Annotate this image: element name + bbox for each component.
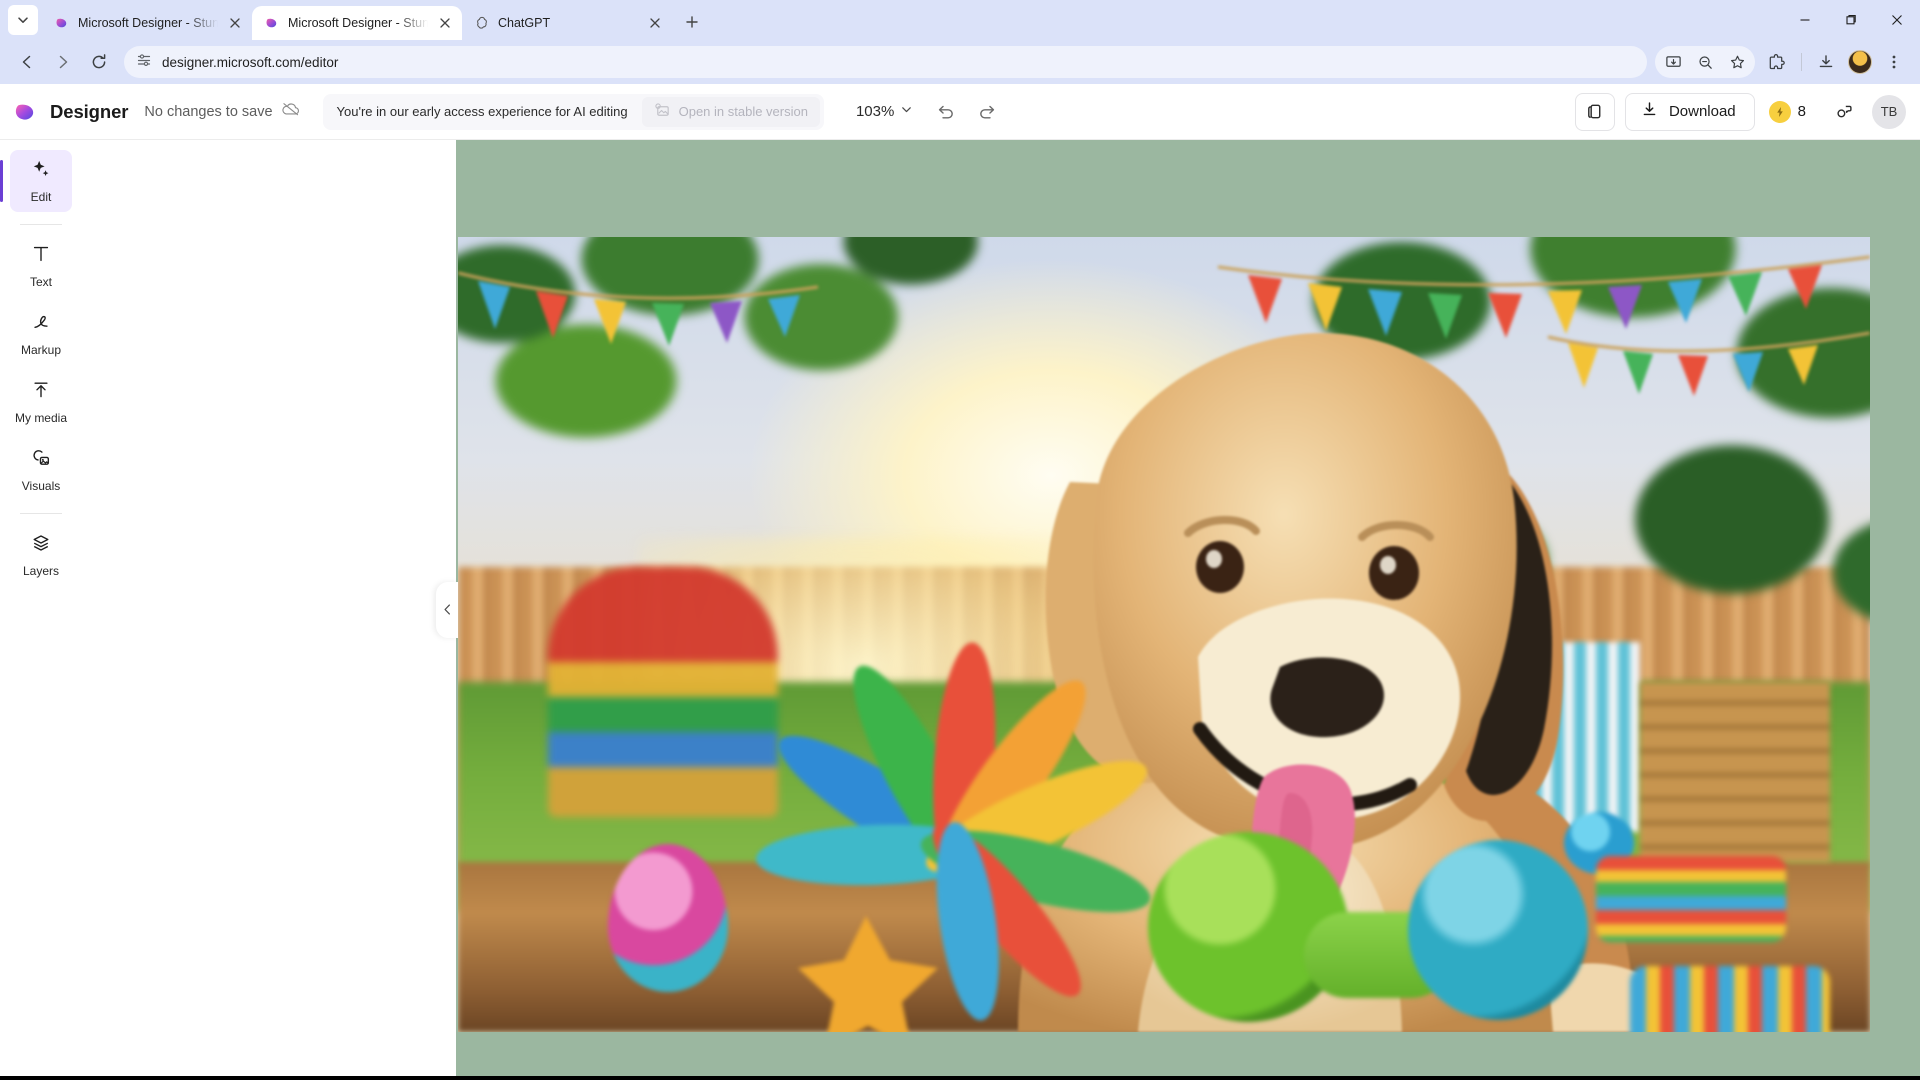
- text-icon: [30, 243, 52, 270]
- upload-icon: [30, 379, 52, 406]
- visuals-image-icon: [30, 447, 52, 474]
- sidebar-item-my-media[interactable]: My media: [10, 371, 72, 433]
- banner-message: You're in our early access experience fo…: [336, 104, 628, 119]
- forward-icon[interactable]: [46, 45, 80, 79]
- image-swap-icon: [654, 102, 671, 122]
- address-bar-row: designer.microsoft.com/editor: [0, 40, 1920, 84]
- site-settings-icon[interactable]: [136, 52, 152, 73]
- markup-pen-icon: [30, 311, 52, 338]
- collapse-panel-button[interactable]: [436, 581, 458, 638]
- open-in-stable-version-button[interactable]: Open in stable version: [641, 96, 820, 127]
- sparkle-icon: [30, 158, 52, 185]
- new-tab-button[interactable]: [678, 8, 706, 36]
- rail-divider: [20, 224, 62, 225]
- minimize-icon[interactable]: [1782, 0, 1828, 40]
- brand[interactable]: Designer: [14, 99, 128, 125]
- artboard[interactable]: [456, 140, 1920, 1079]
- download-label: Download: [1668, 103, 1736, 120]
- chevron-down-icon: [900, 103, 913, 121]
- left-rail: Edit Text Markup My media Visuals Layers: [0, 140, 82, 1079]
- app-header: Designer No changes to save You're in ou…: [0, 84, 1920, 140]
- credits-badge[interactable]: 8: [1765, 100, 1810, 123]
- early-access-banner: You're in our early access experience fo…: [322, 93, 824, 130]
- sidebar-item-edit[interactable]: Edit: [0, 150, 72, 212]
- credits-count: 8: [1797, 103, 1806, 120]
- omnibox-actions: [1655, 46, 1910, 78]
- taskbar-strip: [0, 1076, 1920, 1080]
- close-icon[interactable]: [1874, 0, 1920, 40]
- tab-search-button[interactable]: [8, 5, 38, 35]
- sidebar-item-label: Edit: [30, 190, 52, 204]
- tab-strip: Microsoft Designer - Stunning … Microsof…: [0, 0, 1920, 40]
- zoom-icon[interactable]: [1689, 46, 1721, 78]
- tab-title: ChatGPT: [498, 16, 551, 30]
- browser-tab-1[interactable]: Microsoft Designer - Stunning …: [42, 6, 252, 40]
- tab-title: Microsoft Designer - Stunning …: [288, 16, 428, 30]
- chatgpt-icon: [474, 15, 490, 31]
- sidebar-item-label: Text: [29, 275, 52, 289]
- toy-teal-ball: [1408, 840, 1588, 1020]
- sidebar-item-label: Visuals: [21, 479, 61, 493]
- zoom-level-value: 103%: [855, 103, 895, 120]
- maximize-icon[interactable]: [1828, 0, 1874, 40]
- browser-chrome: Microsoft Designer - Stunning … Microsof…: [0, 0, 1920, 84]
- artwork-image[interactable]: [458, 237, 1870, 1032]
- close-icon[interactable]: [226, 14, 244, 32]
- sidebar-item-layers[interactable]: Layers: [10, 524, 72, 586]
- download-button[interactable]: Download: [1624, 92, 1755, 131]
- tab-title: Microsoft Designer - Stunning …: [78, 16, 218, 30]
- lightning-bolt-icon: [1768, 100, 1791, 123]
- browser-menu-icon[interactable]: [1878, 46, 1910, 78]
- save-status: No changes to save: [144, 100, 300, 123]
- install-icon[interactable]: [1657, 46, 1689, 78]
- app-body: Edit Text Markup My media Visuals Layers: [0, 140, 1920, 1079]
- undo-button[interactable]: [927, 94, 963, 130]
- sidebar-item-text[interactable]: Text: [10, 235, 72, 297]
- back-icon[interactable]: [10, 45, 44, 79]
- close-icon[interactable]: [436, 14, 454, 32]
- duplicate-button[interactable]: [1574, 92, 1615, 131]
- profile-avatar[interactable]: [1844, 46, 1876, 78]
- window-controls: [1782, 0, 1920, 40]
- sidebar-item-markup[interactable]: Markup: [10, 303, 72, 365]
- downloads-icon[interactable]: [1810, 46, 1842, 78]
- side-panel: [82, 140, 458, 1079]
- designer-icon: [54, 15, 70, 31]
- avatar[interactable]: TB: [1872, 94, 1906, 129]
- designer-icon: [264, 15, 280, 31]
- toy-rainbow-star: [756, 642, 1151, 1032]
- browser-tab-2[interactable]: Microsoft Designer - Stunning …: [252, 6, 462, 40]
- download-icon: [1640, 100, 1659, 124]
- toy-striped-cushion: [1596, 856, 1786, 942]
- omnibox-icon-group: [1655, 46, 1755, 78]
- redo-button[interactable]: [969, 94, 1005, 130]
- save-status-label: No changes to save: [144, 103, 273, 120]
- open-in-stable-version-label: Open in stable version: [678, 104, 808, 119]
- url-input[interactable]: designer.microsoft.com/editor: [124, 46, 1647, 78]
- reload-icon[interactable]: [82, 45, 116, 79]
- avatar-initials: TB: [1880, 104, 1898, 119]
- rail-divider: [20, 513, 62, 514]
- sidebar-item-label: My media: [14, 411, 67, 425]
- header-actions: Download 8 TB: [1574, 92, 1906, 131]
- cloud-off-icon: [281, 100, 301, 123]
- url-text: designer.microsoft.com/editor: [162, 54, 339, 70]
- close-icon[interactable]: [646, 14, 664, 32]
- zoom-control[interactable]: 103%: [848, 99, 921, 125]
- canvas-area[interactable]: [456, 140, 1920, 1079]
- brand-name: Designer: [50, 100, 129, 122]
- layers-icon: [30, 532, 52, 559]
- designer-logo-icon: [14, 99, 40, 125]
- bookmark-star-icon[interactable]: [1721, 46, 1753, 78]
- extensions-icon[interactable]: [1761, 46, 1793, 78]
- sidebar-item-visuals[interactable]: Visuals: [10, 439, 72, 501]
- browser-tab-3[interactable]: ChatGPT: [462, 6, 672, 40]
- share-button[interactable]: [1826, 94, 1862, 130]
- toy-rope-toy: [1630, 966, 1830, 1032]
- sidebar-item-label: Markup: [20, 343, 61, 357]
- divider: [1801, 53, 1802, 71]
- sidebar-item-label: Layers: [22, 564, 60, 578]
